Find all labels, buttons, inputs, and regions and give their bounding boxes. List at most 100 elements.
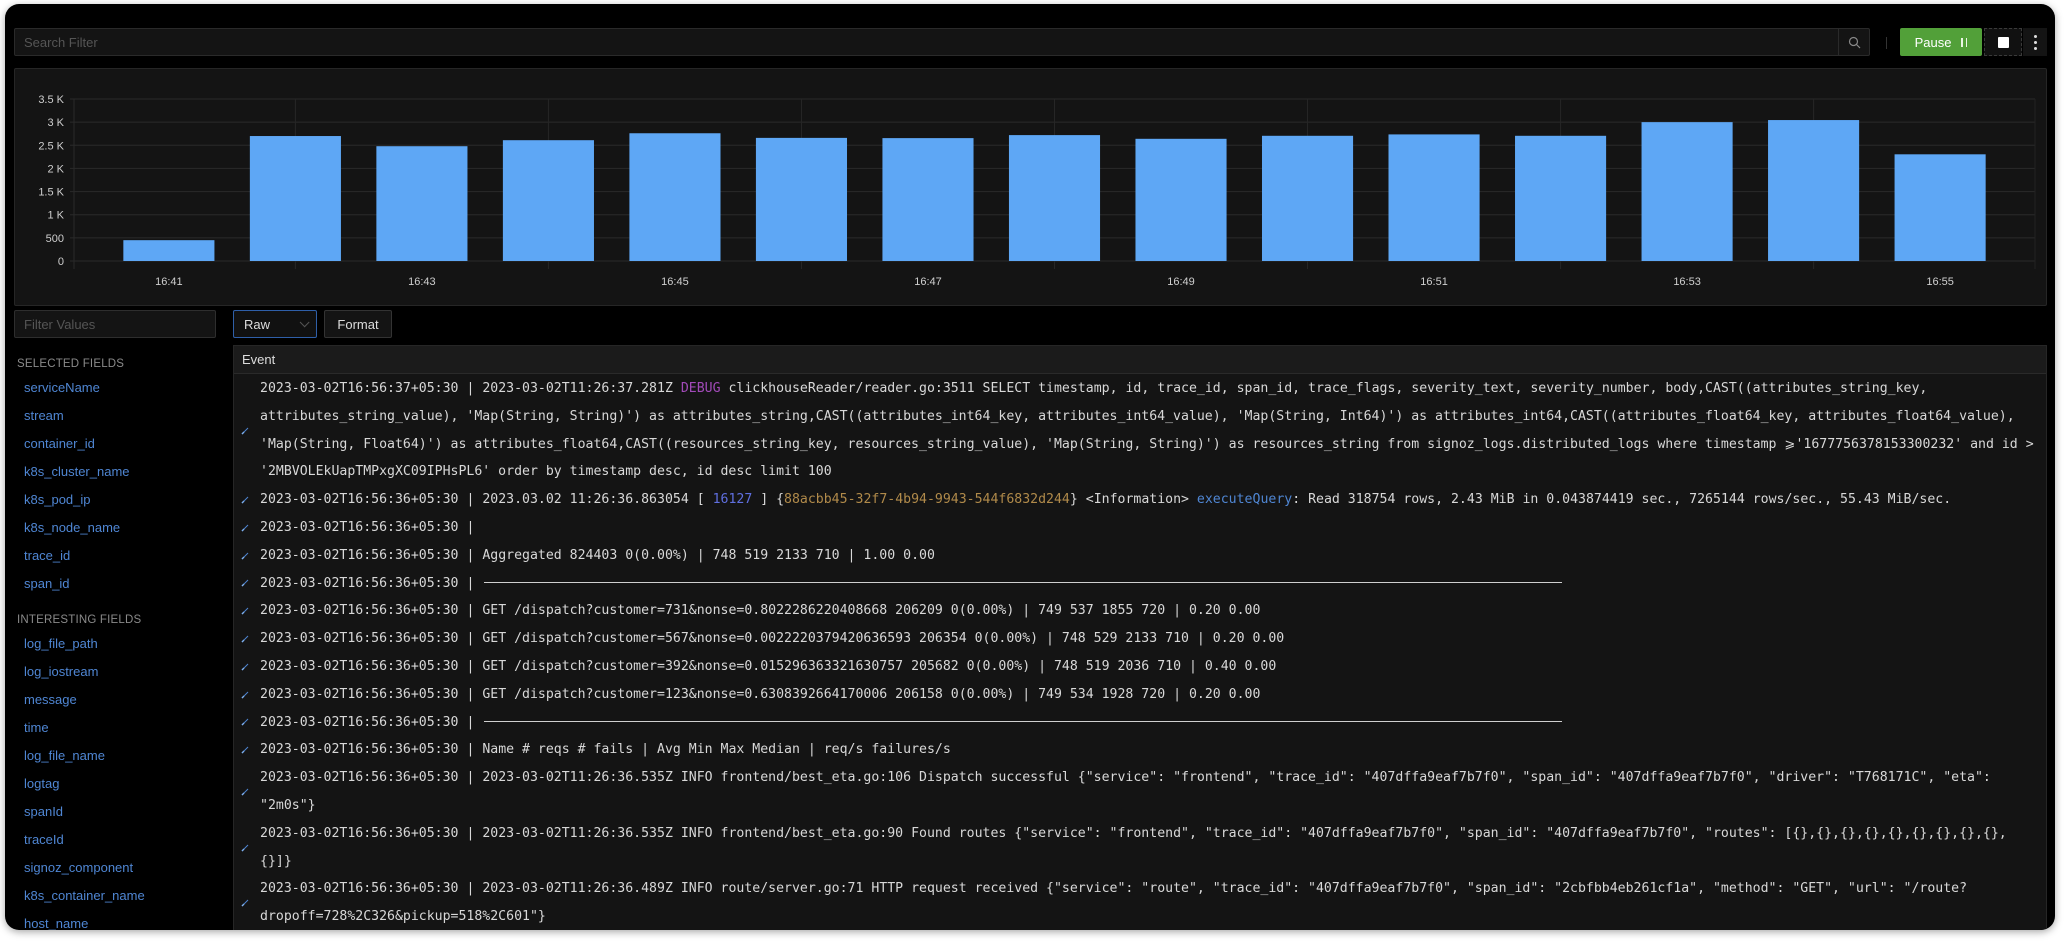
y-tick-label: 0 [58,256,64,268]
bar-1647 [882,138,974,261]
selected-field-span-id[interactable]: span_id [24,570,214,598]
log-row[interactable]: 2023-03-02T16:56:36+05:30 | [234,570,2046,598]
bar-1654 [1768,120,1860,261]
interesting-field-traceid[interactable]: traceId [24,826,214,854]
selected-fields-list: serviceName stream container_id k8s_cluster… [24,374,214,598]
separator-line [484,582,1563,584]
y-tick-label: 500 [46,233,64,245]
log-uuid: 88acbb45-32f7-4b94-9943-544f6832d244 [784,492,1070,508]
log-row[interactable]: 2023-03-02T16:56:36+05:30 | [234,514,2046,542]
log-timestamp: 2023-03-02T16:56:36+05:30 [260,603,459,619]
log-message: GET /dispatch?customer=123&nonse=0.63083… [482,686,1261,702]
chevron-down-icon [299,316,310,327]
interesting-field-message[interactable]: message [24,686,214,714]
pause-button[interactable]: Pause [1900,28,1982,56]
more-options-button[interactable] [2023,28,2047,56]
bar-chart: 0 500 1 K 1.5 K 2 K 2.5 K 3 K 3.5 K 16:41 16:43 16… [38,94,2036,288]
expand-icon[interactable] [241,746,249,754]
interesting-field-time[interactable]: time [24,714,214,742]
log-timestamp: 2023-03-02T16:56:36+05:30 [260,631,459,647]
log-row[interactable]: 2023-03-02T16:56:36+05:30 | 2023-03-02T1… [234,875,2046,930]
log-pid: 16127 [712,492,753,508]
interesting-field-spanid[interactable]: spanId [24,798,214,826]
log-timestamp: 2023-03-02T16:56:36+05:30 [260,519,459,535]
expand-icon[interactable] [241,899,249,907]
interesting-field-log-iostream[interactable]: log_iostream [24,658,214,686]
log-message: : Read 318754 rows, 2.43 MiB in 0.043874… [1292,492,1952,508]
expand-icon[interactable] [241,552,249,560]
log-message: GET /dispatch?customer=731&nonse=0.80222… [482,603,1261,619]
view-mode-select[interactable]: Raw [233,310,317,338]
log-separator: | [458,881,483,897]
interesting-field-log-file-name[interactable]: log_file_name [24,742,214,770]
interesting-field-logtag[interactable]: logtag [24,770,214,798]
expand-icon[interactable] [241,496,249,504]
log-message: ] { [752,492,785,508]
y-tick-label: 1 K [47,210,64,222]
interesting-field-log-file-path[interactable]: log_file_path [24,630,214,658]
log-row[interactable]: 2023-03-02T16:56:36+05:30 | GET /dispatc… [234,597,2046,625]
log-row[interactable]: 2023-03-02T16:56:36+05:30 | [234,709,2046,737]
app-window: Pause 0 500 1 K 1.5 K 2 K 2.5 K 3 K 3.5 K 16:41 1… [5,4,2055,930]
bar-1641 [123,240,215,261]
log-separator: | [458,714,483,730]
log-row[interactable]: 2023-03-02T16:56:36+05:30 | GET /dispatc… [234,625,2046,653]
search-button[interactable] [1838,29,1869,55]
selected-field-k8s-node-name[interactable]: k8s_node_name [24,514,214,542]
log-timestamp: 2023-03-02T16:56:36+05:30 [260,770,459,786]
log-row[interactable]: 2023-03-02T16:56:36+05:30 | Aggregated 8… [234,542,2046,570]
log-timestamp: 2023-03-02T16:56:36+05:30 [260,742,459,758]
log-row[interactable]: 2023-03-02T16:56:36+05:30 | GET /dispatc… [234,653,2046,681]
bar-1644 [502,140,594,261]
selected-field-k8s-cluster-name[interactable]: k8s_cluster_name [24,458,214,486]
bar-1645 [629,133,721,261]
selected-field-stream[interactable]: stream [24,402,214,430]
log-row[interactable]: 2023-03-02T16:56:36+05:30 | GET /dispatc… [234,681,2046,709]
log-message: 2023-03-02T11:26:36.535Z INFO frontend/b… [260,825,2007,869]
log-row[interactable]: 2023-03-02T16:56:36+05:30 | 2023-03-02T1… [234,820,2046,876]
filter-values-input[interactable] [15,311,215,337]
stop-button[interactable] [1984,28,2022,56]
x-tick-label: 16:47 [914,276,942,288]
log-message: Name # reqs # fails | Avg Min Max Median… [482,742,951,758]
expand-icon[interactable] [241,427,249,435]
log-separator: | [458,658,483,674]
search-filter[interactable] [14,28,1870,56]
interesting-field-host-name[interactable]: host_name [24,910,214,930]
interesting-field-k8s-container-name[interactable]: k8s_container_name [24,882,214,910]
search-filter-input[interactable] [15,29,1835,55]
log-fn: executeQuery [1196,492,1293,508]
y-tick-label: 1.5 K [38,187,64,199]
expand-icon[interactable] [241,718,249,726]
interesting-fields-heading: INTERESTING FIELDS [17,614,142,626]
format-button[interactable]: Format [324,310,392,338]
selected-field-servicename[interactable]: serviceName [24,374,214,402]
selected-field-container-id[interactable]: container_id [24,430,214,458]
selected-field-trace-id[interactable]: trace_id [24,542,214,570]
expand-icon[interactable] [241,788,249,796]
log-list: 2023-03-02T16:56:37+05:30 | 2023-03-02T1… [234,375,2046,930]
log-row[interactable]: 2023-03-02T16:56:37+05:30 | 2023-03-02T1… [234,375,2046,486]
interesting-field-signoz-component[interactable]: signoz_component [24,854,214,882]
expand-icon[interactable] [241,635,249,643]
filter-values[interactable] [14,310,216,338]
log-separator: | [458,770,483,786]
log-row[interactable]: 2023-03-02T16:56:36+05:30 | 2023-03-02T1… [234,764,2046,820]
bar-1642 [249,136,341,261]
bar-1649 [1135,138,1227,261]
x-tick-label: 16:45 [661,276,689,288]
expand-icon[interactable] [241,607,249,615]
search-icon [1848,36,1860,48]
log-separator: | [458,547,483,563]
log-row[interactable]: 2023-03-02T16:56:36+05:30 | 2023.03.02 1… [234,486,2046,514]
expand-icon[interactable] [241,844,249,852]
log-separator: | [458,519,483,535]
x-tick-label: 16:55 [1926,276,1954,288]
expand-icon[interactable] [241,691,249,699]
expand-icon[interactable] [241,663,249,671]
separator-line [484,721,1563,723]
expand-icon[interactable] [241,579,249,587]
log-row[interactable]: 2023-03-02T16:56:36+05:30 | Name # reqs … [234,736,2046,764]
expand-icon[interactable] [241,524,249,532]
selected-field-k8s-pod-ip[interactable]: k8s_pod_ip [24,486,214,514]
